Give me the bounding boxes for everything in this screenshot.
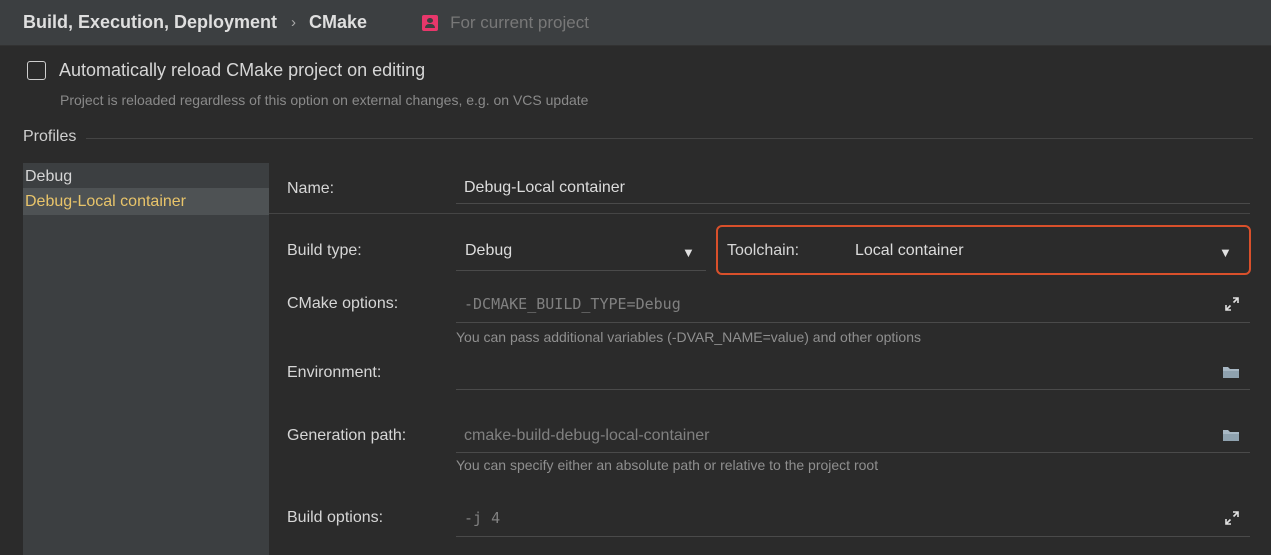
breadcrumb-page: CMake — [309, 12, 368, 32]
build-type-underline — [456, 270, 706, 271]
expand-icon[interactable] — [1224, 296, 1240, 312]
environment-input[interactable] — [464, 364, 1204, 384]
breadcrumb-section[interactable]: Build, Execution, Deployment — [23, 12, 277, 33]
cmake-options-input[interactable]: -DCMAKE_BUILD_TYPE=Debug — [464, 295, 681, 313]
toolchain-label: Toolchain: — [727, 242, 800, 259]
cmake-options-hint: You can pass additional variables (-DVAR… — [456, 329, 921, 345]
folder-icon[interactable] — [1222, 365, 1240, 379]
name-separator — [269, 213, 1250, 214]
build-type-dropdown-arrow-icon[interactable]: ▼ — [682, 245, 695, 260]
scope-indicator: For current project — [422, 13, 589, 33]
toolchain-select[interactable]: Local container ▼ — [846, 232, 1244, 270]
build-type-value: Debug — [465, 242, 513, 259]
generation-path-label: Generation path: — [287, 427, 407, 444]
build-options-input[interactable]: -j 4 — [464, 509, 500, 527]
folder-icon[interactable] — [1222, 428, 1240, 442]
build-type-select[interactable]: Debug ▼ — [456, 232, 706, 270]
settings-header: Build, Execution, Deployment › CMake For… — [0, 0, 1271, 46]
profiles-section-header: Profiles — [23, 128, 1253, 146]
build-options-label: Build options: — [287, 509, 384, 526]
generation-path-input[interactable]: cmake-build-debug-local-container — [464, 427, 709, 445]
auto-reload-label[interactable]: Automatically reload CMake project on ed… — [59, 60, 425, 81]
project-scope-icon — [422, 14, 439, 31]
auto-reload-option[interactable]: Automatically reload CMake project on ed… — [27, 60, 425, 81]
auto-reload-checkbox[interactable] — [27, 61, 46, 80]
cmake-options-label: CMake options: — [287, 295, 399, 312]
profile-item-debug[interactable]: Debug — [23, 165, 269, 187]
scope-label: For current project — [450, 12, 589, 32]
name-input[interactable]: Debug-Local container — [464, 179, 625, 197]
profiles-title: Profiles — [23, 128, 77, 145]
expand-icon[interactable] — [1224, 510, 1240, 526]
generation-path-hint: You can specify either an absolute path … — [456, 457, 879, 473]
breadcrumb-separator: › — [291, 14, 297, 31]
toolchain-dropdown-arrow-icon[interactable]: ▼ — [1219, 245, 1232, 260]
generation-path-underline — [456, 452, 1250, 453]
build-type-label: Build type: — [287, 242, 362, 259]
auto-reload-hint: Project is reloaded regardless of this o… — [60, 92, 589, 108]
environment-label: Environment: — [287, 364, 382, 381]
profile-item-debug-local-container[interactable]: Debug-Local container — [23, 188, 269, 215]
profiles-list[interactable]: Debug Debug-Local container — [23, 163, 269, 555]
cmake-options-underline — [456, 322, 1250, 323]
name-input-underline — [456, 203, 1250, 204]
build-options-underline — [456, 536, 1250, 537]
environment-underline — [456, 389, 1250, 390]
profiles-divider — [86, 138, 1253, 139]
toolchain-value: Local container — [855, 242, 964, 259]
name-label: Name: — [287, 180, 335, 197]
